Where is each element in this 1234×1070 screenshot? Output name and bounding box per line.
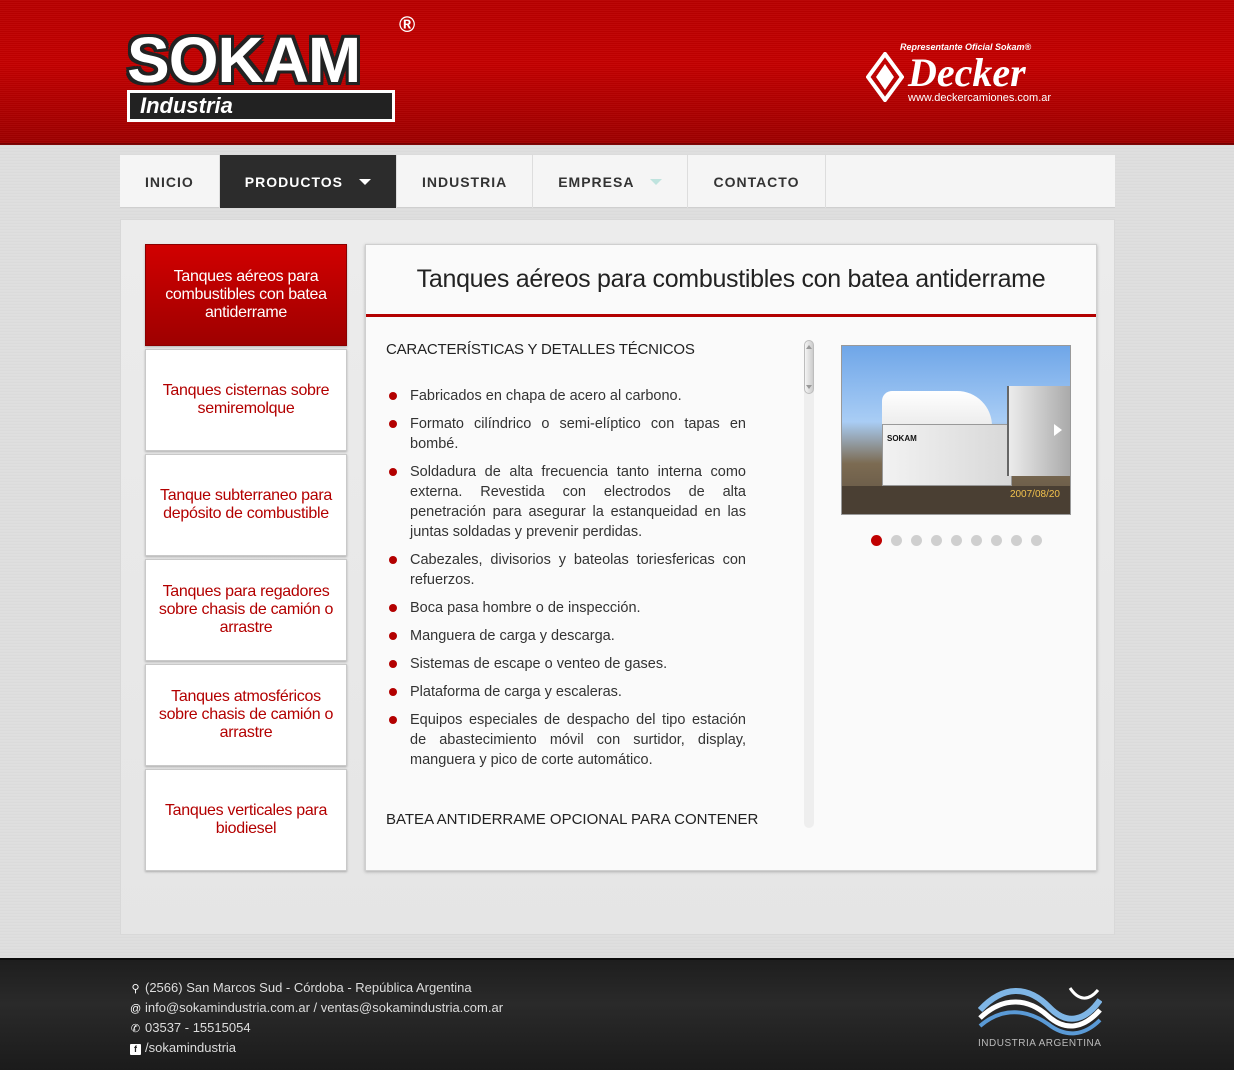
list-item: Boca pasa hombre o de inspección. [386,598,746,618]
decker-emblem-icon [866,52,904,102]
slider-dot[interactable] [971,535,982,546]
footer-email[interactable]: @ info@sokamindustria.com.ar / ventas@sok… [130,1000,526,1015]
product-photo[interactable]: SOKAM 2007/08/20 [841,345,1071,515]
logo-subtitle: Industria [127,90,395,122]
site-header: SOKAM Industria ® Representante Oficial … [0,0,1234,145]
next-arrow-icon[interactable] [1054,424,1062,436]
section-heading-2: BATEA ANTIDERRAME OPCIONAL PARA CONTENER [386,811,759,828]
facebook-text: /sokamindustria [145,1040,237,1055]
slider-dot[interactable] [1031,535,1042,546]
sidebar-item-atmosfericos[interactable]: Tanques atmosféricos sobre chasis de cam… [145,664,347,766]
sidebar-item-cisternas[interactable]: Tanques cisternas sobre semiremolque [145,349,347,451]
nav-label: INICIO [145,173,194,190]
slider-dot[interactable] [951,535,962,546]
list-item: Manguera de carga y descarga. [386,626,746,646]
feature-list: Fabricados en chapa de acero al carbono.… [386,386,746,770]
footer-phone: ✆ 03537 - 15515054 [130,1020,526,1035]
description-scroll-area[interactable]: CARACTERÍSTICAS Y DETALLES TÉCNICOS Fabr… [386,341,746,831]
scrollbar-thumb[interactable] [804,340,814,394]
list-item: Plataforma de carga y escaleras. [386,682,746,702]
sokam-logo[interactable]: SOKAM Industria ® [127,12,415,124]
sidebar-item-subterraneo[interactable]: Tanque subterraneo para depósito de comb… [145,454,347,556]
logo-wordmark: SOKAM [127,24,361,96]
photo-date-stamp: 2007/08/20 [1009,489,1060,500]
product-detail: Tanques aéreos para combustibles con bat… [365,244,1097,871]
sidebar-item-regadores[interactable]: Tanques para regadores sobre chasis de c… [145,559,347,661]
slider-dot[interactable] [1011,535,1022,546]
registered-mark: ® [399,12,416,37]
photo-brand: SOKAM [887,434,917,443]
decker-url[interactable]: www.deckercamiones.com.ar [908,92,1051,104]
page: SOKAM Industria ® Representante Oficial … [0,0,1234,1070]
section-heading: CARACTERÍSTICAS Y DETALLES TÉCNICOS [386,341,695,358]
main-nav: INICIO PRODUCTOS INDUSTRIA EMPRESA CONTA… [120,155,1115,208]
list-item: Cabezales, divisorios y bateolas toriesf… [386,550,746,590]
nav-productos[interactable]: PRODUCTOS [219,155,397,208]
footer-address: ⚲ (2566) San Marcos Sud - Córdoba - Repúb… [130,980,526,995]
address-text: (2566) San Marcos Sud - Córdoba - Repúbl… [145,980,472,995]
nav-label: CONTACTO [713,173,800,190]
phone-icon: ✆ [130,1023,141,1035]
nav-label: PRODUCTOS [244,173,343,190]
phone-text: 03537 - 15515054 [145,1020,251,1035]
at-icon: @ [130,1003,142,1015]
list-item: Soldadura de alta frecuencia tanto inter… [386,462,746,542]
nav-contacto[interactable]: CONTACTO [688,155,826,208]
list-item: Equipos especiales de despacho del tipo … [386,710,746,770]
slider-pagination [871,535,1042,546]
nav-industria[interactable]: INDUSTRIA [397,155,534,208]
industria-argentina-badge: INDUSTRIA ARGENTINA [977,980,1103,1056]
wave-flag-icon [977,987,1103,1036]
chevron-down-icon [650,178,663,185]
slider-dot[interactable] [911,535,922,546]
slider-dot[interactable] [891,535,902,546]
nav-label: EMPRESA [558,173,635,190]
decker-name: Decker [908,50,1026,95]
scrollbar[interactable] [804,340,814,828]
email-text: info@sokamindustria.com.ar / ventas@soka… [145,1000,504,1015]
map-pin-icon: ⚲ [131,983,140,995]
page-title: Tanques aéreos para combustibles con bat… [366,245,1096,317]
slider-dot[interactable] [991,535,1002,546]
slider-dot[interactable] [871,535,882,546]
site-footer: ⚲ (2566) San Marcos Sud - Córdoba - Repúb… [0,958,1234,1070]
decker-logo[interactable]: Representante Oficial Sokam® Decker www.… [862,42,1072,112]
nav-label: INDUSTRIA [421,173,508,190]
nav-inicio[interactable]: INICIO [120,155,220,208]
sidebar-item-tanques-aereos[interactable]: Tanques aéreos para combustibles con bat… [145,244,347,346]
product-sidebar: Tanques aéreos para combustibles con bat… [145,244,347,874]
footer-facebook[interactable]: f/sokamindustria [130,1040,526,1055]
nav-empresa[interactable]: EMPRESA [533,155,689,208]
sidebar-item-verticales[interactable]: Tanques verticales para biodiesel [145,769,347,871]
list-item: Formato cilíndrico o semi-elíptico con t… [386,414,746,454]
content-panel: Tanques aéreos para combustibles con bat… [120,219,1115,935]
facebook-icon: f [130,1044,141,1055]
list-item: Sistemas de escape o venteo de gases. [386,654,746,674]
list-item: Fabricados en chapa de acero al carbono. [386,386,746,406]
slider-dot[interactable] [931,535,942,546]
badge-text: INDUSTRIA ARGENTINA [978,1038,1102,1049]
chevron-down-icon [358,178,371,185]
